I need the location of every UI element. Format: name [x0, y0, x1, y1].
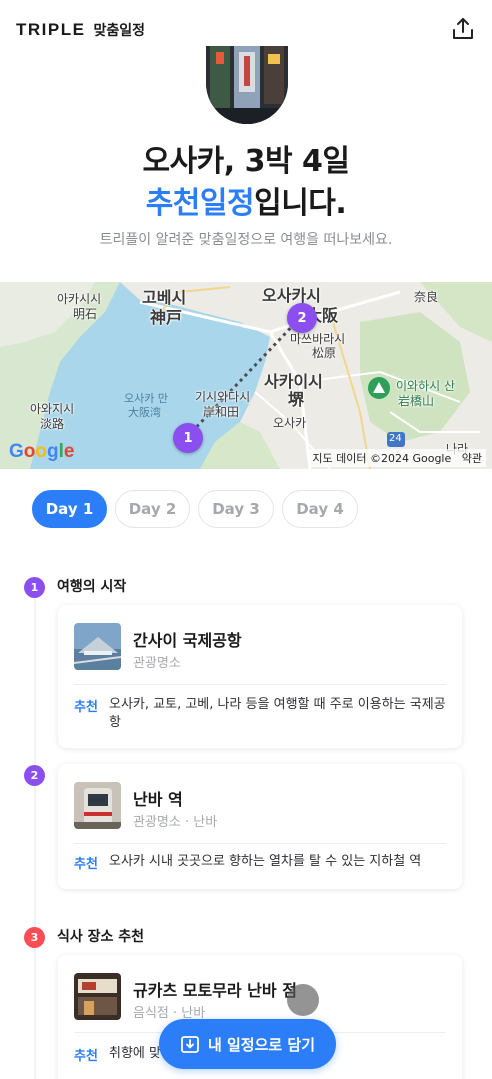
- map-label-kobe-kanji: 神戸: [150, 308, 183, 327]
- place-name: 규카츠 모토무라 난바 점: [133, 981, 297, 1000]
- place-name: 간사이 국제공항: [133, 631, 242, 650]
- place-category: 관광명소: [133, 656, 181, 671]
- card-divider: [74, 843, 446, 844]
- download-icon: [181, 1036, 199, 1053]
- step-badge-1: 1: [24, 577, 45, 598]
- map-label-nara-kanji: 奈良: [414, 290, 439, 304]
- place-name: 난바 역: [133, 790, 183, 809]
- recommend-tag: 추천: [74, 700, 98, 715]
- place-card-kansai-airport[interactable]: 간사이 국제공항 관광명소 추천 오사카, 교토, 고베, 나라 등을 여행할 …: [58, 605, 462, 748]
- map-label-awaji-kanji: 淡路: [40, 417, 65, 431]
- recommend-text: 오사카 시내 곳곳으로 향하는 열차를 탈 수 있는 지하철 역: [109, 854, 422, 869]
- recommend-tag: 추천: [74, 857, 98, 872]
- route-map[interactable]: 아카시시 明石 고베시 神戸 오사카시 大阪 奈良 마쓰바라시 松原 사카이시 …: [0, 282, 492, 469]
- hero-title-line1: 오사카, 3박 4일: [142, 144, 350, 179]
- save-to-my-itinerary-button[interactable]: 내 일정으로 담기: [159, 1019, 336, 1069]
- recommend-text: 오사카, 교토, 고베, 나라 등을 여행할 때 주로 이용하는 국제공항: [109, 697, 446, 730]
- place-thumbnail: [74, 782, 121, 829]
- hero-title-line2: 추천일정입니다.: [0, 178, 492, 222]
- timeline-line: [34, 590, 36, 1079]
- touch-indicator: [287, 984, 319, 1016]
- map-pin-1[interactable]: 1: [173, 423, 203, 453]
- place-thumbnail: [74, 973, 121, 1020]
- card-divider: [74, 684, 446, 685]
- map-label-akashi-kanji: 明石: [73, 307, 98, 321]
- recommend-tag: 추천: [74, 1049, 98, 1064]
- tab-day-1[interactable]: Day 1: [32, 490, 107, 528]
- tab-day-3[interactable]: Day 3: [198, 490, 274, 528]
- map-route-24: 24: [389, 433, 402, 444]
- map-label-osaka-bay-kanji: 大阪湾: [128, 406, 161, 419]
- share-icon[interactable]: [450, 16, 476, 42]
- map-label-sakai-kanji: 堺: [288, 390, 305, 409]
- map-pin-2[interactable]: 2: [287, 303, 317, 333]
- city-avatar-image: [206, 46, 288, 124]
- hero-title-accent: 추천일정: [145, 186, 255, 221]
- map-label-iwaki-kanji: 岩橋山: [398, 394, 435, 408]
- section-title-start: 여행의 시작: [57, 579, 127, 595]
- hero-title-suffix: 입니다.: [254, 186, 347, 221]
- place-card-namba-station[interactable]: 난바 역 관광명소 · 난바 추천 오사카 시내 곳곳으로 향하는 열차를 탈 …: [58, 764, 462, 889]
- section-title-food: 식사 장소 추천: [57, 929, 145, 945]
- map-terms-link[interactable]: 약관: [462, 452, 482, 465]
- map-attribution-text: 지도 데이터 ©2024 Google: [312, 452, 452, 465]
- step-badge-2: 2: [24, 765, 45, 786]
- step-badge-3: 3: [24, 927, 45, 948]
- map-label-matsubara-kanji: 松原: [312, 346, 337, 360]
- place-thumbnail: [74, 623, 121, 670]
- google-logo: Google: [9, 441, 75, 462]
- save-button-label: 내 일정으로 담기: [207, 1035, 316, 1054]
- hero-subtitle: 트리플이 알려준 맞춤일정으로 여행을 떠나보세요.: [99, 232, 393, 248]
- place-category: 관광명소 · 난바: [133, 815, 218, 830]
- map-attribution: 지도 데이터 ©2024 Google 약관: [308, 449, 486, 467]
- tab-day-4[interactable]: Day 4: [282, 490, 358, 528]
- logo-subtitle: 맞춤일정: [93, 23, 145, 39]
- map-label-kishiwada-kanji: 岸和田: [203, 405, 240, 419]
- tab-day-2[interactable]: Day 2: [115, 490, 190, 528]
- map-label-osaka-road: 오사카: [273, 416, 307, 430]
- day-tabs: Day 1 Day 2 Day 3 Day 4: [32, 490, 358, 528]
- triple-logo[interactable]: TRIPLE: [16, 20, 85, 40]
